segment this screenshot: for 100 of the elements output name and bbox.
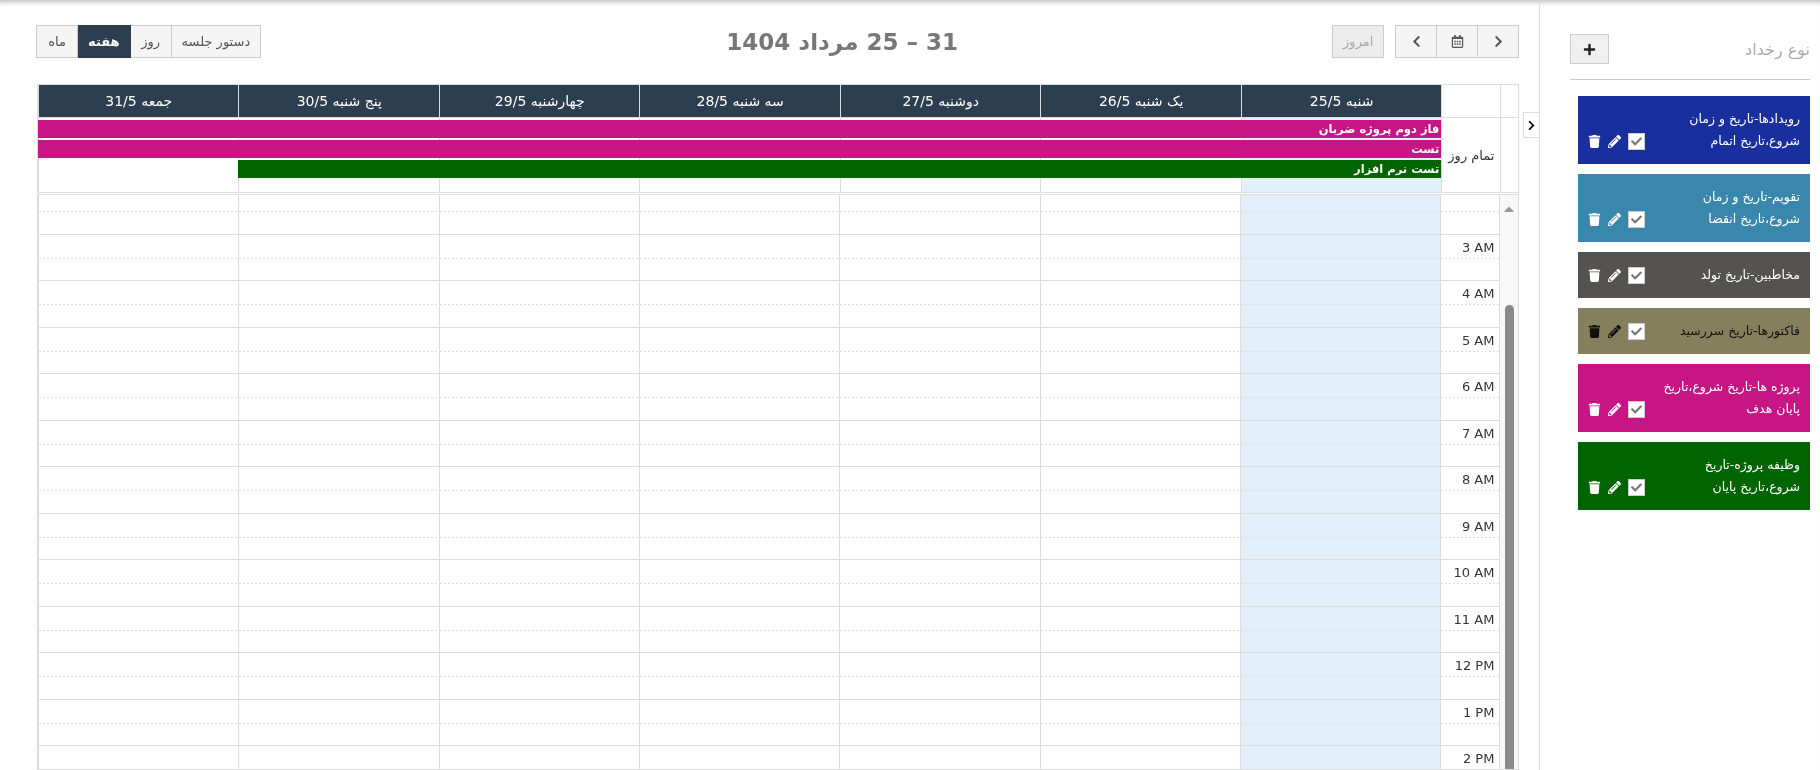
- time-slot[interactable]: [238, 326, 439, 373]
- time-slot[interactable]: [839, 419, 1040, 466]
- time-slot[interactable]: [38, 233, 239, 280]
- view-tab[interactable]: روز: [129, 25, 172, 58]
- time-slot[interactable]: [38, 419, 239, 466]
- pencil-icon[interactable]: [1608, 134, 1622, 148]
- delete-icon[interactable]: [1588, 324, 1602, 338]
- time-slot[interactable]: [1039, 559, 1241, 606]
- time-slot[interactable]: [639, 559, 840, 606]
- time-slot[interactable]: [238, 559, 439, 606]
- time-slot[interactable]: [839, 466, 1040, 513]
- time-slot[interactable]: [238, 373, 439, 420]
- time-slot[interactable]: [639, 698, 840, 745]
- time-slot[interactable]: [839, 512, 1040, 559]
- time-slot[interactable]: [238, 233, 439, 280]
- time-slot[interactable]: [1039, 605, 1241, 652]
- time-slot[interactable]: [839, 280, 1040, 327]
- pencil-icon[interactable]: [1608, 480, 1622, 494]
- time-slot[interactable]: [438, 280, 640, 327]
- view-tab[interactable]: دستور جلسه: [170, 25, 262, 58]
- time-slot[interactable]: [639, 652, 840, 699]
- time-slot[interactable]: [438, 195, 640, 234]
- view-tab[interactable]: هفته: [77, 25, 131, 58]
- time-slot[interactable]: [238, 195, 439, 234]
- collapse-sidebar-button[interactable]: [1523, 112, 1540, 138]
- checkbox[interactable]: [1628, 210, 1646, 228]
- time-slot[interactable]: [38, 652, 239, 699]
- time-slot[interactable]: [839, 326, 1040, 373]
- time-slot[interactable]: [238, 280, 439, 327]
- time-slot[interactable]: [1240, 195, 1441, 234]
- time-slot[interactable]: [839, 233, 1040, 280]
- time-slot[interactable]: [38, 195, 239, 234]
- time-slot[interactable]: [38, 466, 239, 513]
- delete-icon[interactable]: [1588, 134, 1602, 148]
- time-slot[interactable]: [639, 195, 840, 234]
- time-slot[interactable]: [38, 326, 239, 373]
- time-slot[interactable]: [438, 373, 640, 420]
- pencil-icon[interactable]: [1608, 268, 1622, 282]
- time-slot[interactable]: [639, 280, 840, 327]
- delete-icon[interactable]: [1588, 480, 1602, 494]
- time-slot[interactable]: [839, 605, 1040, 652]
- checkbox[interactable]: [1628, 266, 1646, 284]
- time-slot[interactable]: [1240, 233, 1441, 280]
- all-day-event[interactable]: تست نرم افزار: [38, 160, 1442, 178]
- time-slot[interactable]: [438, 233, 640, 280]
- time-slot[interactable]: [1039, 698, 1241, 745]
- all-day-event[interactable]: تست: [38, 140, 1442, 158]
- time-slot[interactable]: [438, 605, 640, 652]
- time-slot[interactable]: [839, 559, 1040, 606]
- time-slot[interactable]: [1039, 195, 1241, 234]
- time-slot[interactable]: [1240, 373, 1441, 420]
- time-slot[interactable]: [1039, 652, 1241, 699]
- time-slot[interactable]: [1240, 652, 1441, 699]
- time-slot[interactable]: [639, 233, 840, 280]
- time-slot[interactable]: [839, 373, 1040, 420]
- time-slot[interactable]: [839, 652, 1040, 699]
- time-slot[interactable]: [639, 512, 840, 559]
- time-slot[interactable]: [1240, 280, 1441, 327]
- time-slot[interactable]: [438, 326, 640, 373]
- delete-icon[interactable]: [1588, 268, 1602, 282]
- time-slot[interactable]: [238, 605, 439, 652]
- time-slot[interactable]: [639, 373, 840, 420]
- time-slot[interactable]: [438, 512, 640, 559]
- time-slot[interactable]: [38, 559, 239, 606]
- time-slot[interactable]: [839, 698, 1040, 745]
- view-tab[interactable]: ماه: [36, 25, 78, 58]
- time-slot[interactable]: [38, 373, 239, 420]
- checkbox[interactable]: [1628, 478, 1646, 496]
- scrollbar[interactable]: [1499, 195, 1519, 769]
- time-slot[interactable]: [1240, 326, 1441, 373]
- time-slot[interactable]: [1039, 326, 1241, 373]
- pencil-icon[interactable]: [1608, 402, 1622, 416]
- time-slot[interactable]: [1240, 512, 1441, 559]
- checkbox[interactable]: [1628, 132, 1646, 150]
- time-slot[interactable]: [639, 466, 840, 513]
- add-button[interactable]: [1570, 34, 1610, 64]
- time-slot[interactable]: [38, 512, 239, 559]
- time-slot[interactable]: [1039, 466, 1241, 513]
- time-slot[interactable]: [1039, 233, 1241, 280]
- time-slot[interactable]: [238, 466, 439, 513]
- pencil-icon[interactable]: [1608, 324, 1622, 338]
- time-slot[interactable]: [639, 326, 840, 373]
- time-slot[interactable]: [839, 195, 1040, 234]
- time-slot[interactable]: [1240, 559, 1441, 606]
- time-slot[interactable]: [1240, 698, 1441, 745]
- time-slot[interactable]: [639, 419, 840, 466]
- time-slot[interactable]: [438, 652, 640, 699]
- date-picker-button[interactable]: [1436, 25, 1479, 58]
- time-slot[interactable]: [438, 466, 640, 513]
- time-slot[interactable]: [238, 512, 439, 559]
- time-slot[interactable]: [1039, 280, 1241, 327]
- checkbox[interactable]: [1628, 400, 1646, 418]
- checkbox[interactable]: [1628, 322, 1646, 340]
- time-slot[interactable]: [1039, 512, 1241, 559]
- time-slot[interactable]: [1240, 466, 1441, 513]
- time-slot[interactable]: [438, 698, 640, 745]
- time-slot[interactable]: [438, 559, 640, 606]
- time-slot[interactable]: [238, 419, 439, 466]
- time-slot[interactable]: [1039, 419, 1241, 466]
- time-slot[interactable]: [38, 280, 239, 327]
